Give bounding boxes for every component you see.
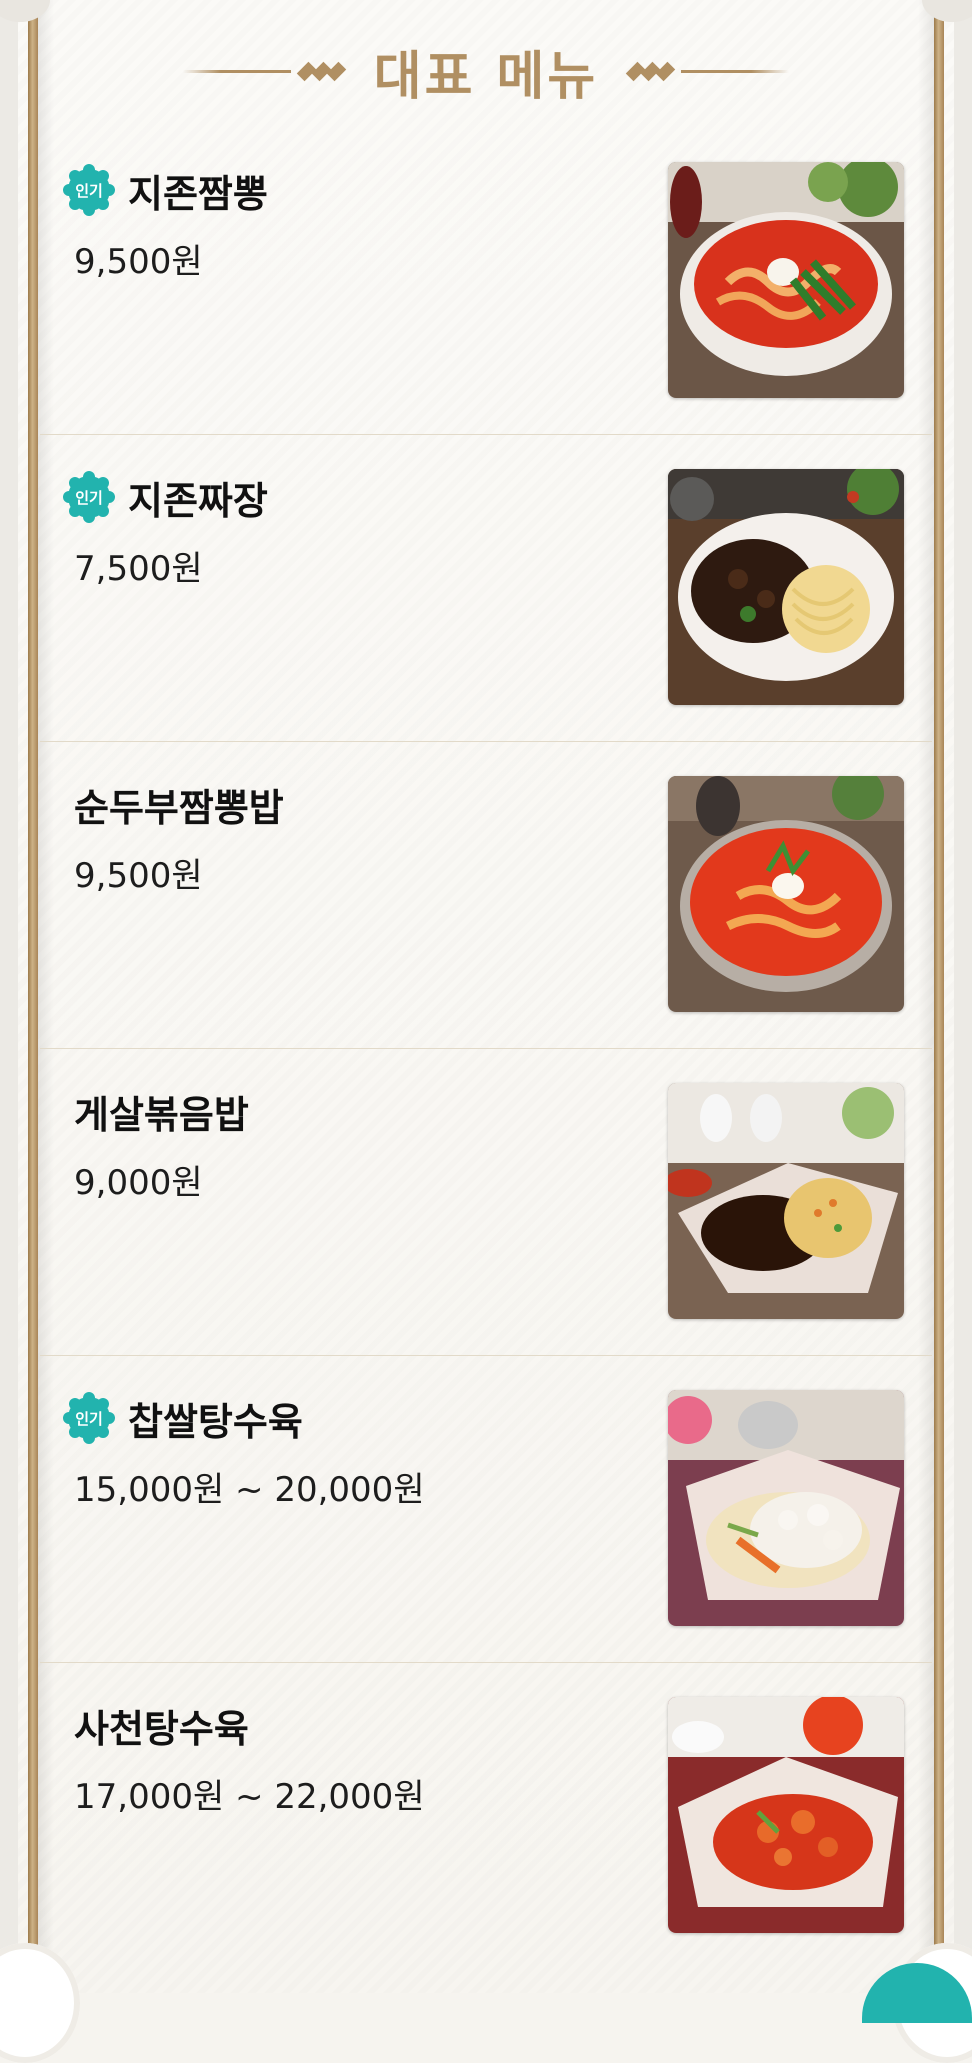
menu-item-name-row: 게살볶음밥 xyxy=(62,1085,662,1137)
menu-item-name-row: 인기 지존짜장 xyxy=(62,471,662,523)
popular-badge: 인기 xyxy=(62,163,116,217)
menu-item-jjajang[interactable]: 인기 지존짜장 7,500원 xyxy=(40,435,932,742)
menu-item-text: 순두부짬뽕밥 9,500원 xyxy=(62,778,662,897)
menu-item-price: 9,000원 xyxy=(74,1163,203,1203)
menu-board: 대표 메뉴 인기 지존짬뽕 9,500원 인기 지존짜장 7,500원 순두부짬… xyxy=(0,0,972,2063)
left-gold-rail xyxy=(28,0,38,1993)
menu-item-text: 인기 지존짬뽕 9,500원 xyxy=(62,164,662,283)
menu-item-sundubu-jjamppong-bap[interactable]: 순두부짬뽕밥 9,500원 xyxy=(40,742,932,1049)
popular-badge: 인기 xyxy=(62,470,116,524)
glutinous-sweet-sour-pork-photo[interactable] xyxy=(668,1390,904,1626)
sundubu-jjamppong-bap-photo[interactable] xyxy=(668,776,904,1012)
header-diamonds-right xyxy=(626,61,676,81)
menu-item-name-row: 사천탕수육 xyxy=(62,1699,662,1751)
menu-item-name-row: 인기 찹쌀탕수육 xyxy=(62,1392,662,1444)
menu-item-glutinous-sweet-sour-pork[interactable]: 인기 찹쌀탕수육 15,000원 ~ 20,000원 xyxy=(40,1356,932,1663)
popular-badge-label: 인기 xyxy=(75,1409,103,1428)
menu-item-sichuan-sweet-sour-pork[interactable]: 사천탕수육 17,000원 ~ 22,000원 xyxy=(40,1663,932,1969)
menu-item-name-row: 순두부짬뽕밥 xyxy=(62,778,662,830)
menu-item-name: 찹쌀탕수육 xyxy=(128,1399,303,1444)
menu-item-jjamppong[interactable]: 인기 지존짬뽕 9,500원 xyxy=(40,128,932,435)
diamond-ornament-icon xyxy=(326,61,346,81)
menu-item-name: 지존짜장 xyxy=(128,478,268,523)
menu-item-text: 인기 지존짜장 7,500원 xyxy=(62,471,662,590)
left-page-edge xyxy=(0,0,18,1993)
menu-item-price: 9,500원 xyxy=(74,856,203,896)
diamond-ornament-icon xyxy=(656,61,676,81)
menu-item-price: 9,500원 xyxy=(74,242,203,282)
sichuan-sweet-sour-pork-photo[interactable] xyxy=(668,1697,904,1933)
header-diamonds-left xyxy=(296,61,346,81)
menu-item-text: 게살볶음밥 9,000원 xyxy=(62,1085,662,1204)
menu-item-price: 7,500원 xyxy=(74,549,203,589)
section-title: 대표 메뉴 xyxy=(373,46,599,107)
popular-badge-label: 인기 xyxy=(75,488,103,507)
menu-item-name-row: 인기 지존짬뽕 xyxy=(62,164,662,216)
right-gold-rail xyxy=(934,0,944,1993)
menu-item-crab-fried-rice[interactable]: 게살볶음밥 9,000원 xyxy=(40,1049,932,1356)
menu-item-price: 15,000원 ~ 20,000원 xyxy=(74,1470,425,1510)
menu-item-name: 게살볶음밥 xyxy=(74,1092,249,1137)
popular-badge-label: 인기 xyxy=(75,181,103,200)
menu-item-name: 순두부짬뽕밥 xyxy=(74,785,284,830)
menu-item-price: 17,000원 ~ 22,000원 xyxy=(74,1777,425,1817)
menu-item-name: 사천탕수육 xyxy=(74,1706,249,1751)
header-line-right xyxy=(681,69,790,73)
right-page-edge xyxy=(954,0,972,1993)
menu-item-name: 지존짬뽕 xyxy=(128,171,268,216)
section-header: 대표 메뉴 xyxy=(40,36,932,107)
jjamppong-photo[interactable] xyxy=(668,162,904,398)
menu-item-text: 사천탕수육 17,000원 ~ 22,000원 xyxy=(62,1699,662,1818)
menu-list: 인기 지존짬뽕 9,500원 인기 지존짜장 7,500원 순두부짬뽕밥 9,5… xyxy=(40,128,932,1969)
header-line-left xyxy=(182,69,291,73)
popular-badge: 인기 xyxy=(62,1391,116,1445)
menu-item-text: 인기 찹쌀탕수육 15,000원 ~ 20,000원 xyxy=(62,1392,662,1511)
jjajang-photo[interactable] xyxy=(668,469,904,705)
crab-fried-rice-photo[interactable] xyxy=(668,1083,904,1319)
